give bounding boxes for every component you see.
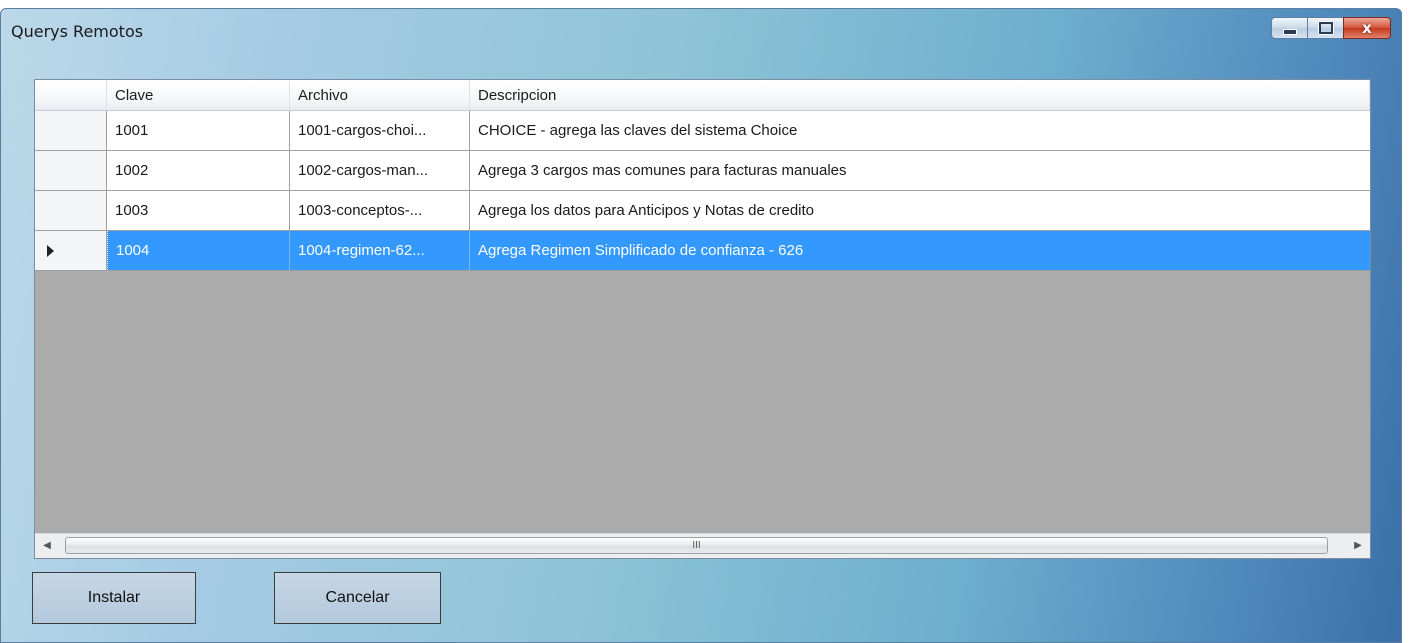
cell-archivo[interactable]: 1004-regimen-62... xyxy=(290,231,470,270)
cell-clave[interactable]: 1004 xyxy=(107,231,290,270)
scrollbar-thumb[interactable]: III xyxy=(65,537,1328,554)
horizontal-scrollbar[interactable]: ◀ III ▶ xyxy=(35,533,1370,558)
cell-archivo[interactable]: 1003-conceptos-... xyxy=(290,191,470,230)
cell-descripcion[interactable]: Agrega 3 cargos mas comunes para factura… xyxy=(470,151,1370,190)
row-selector[interactable] xyxy=(35,151,107,190)
cell-clave[interactable]: 1001 xyxy=(107,111,290,150)
header-row-selector[interactable] xyxy=(35,80,107,110)
minimize-icon xyxy=(1282,29,1297,35)
column-header-descripcion[interactable]: Descripcion xyxy=(470,80,1370,110)
grid-rows: 1001 1001-cargos-choi... CHOICE - agrega… xyxy=(35,111,1370,271)
row-selector[interactable] xyxy=(35,191,107,230)
scroll-right-arrow-icon[interactable]: ▶ xyxy=(1350,538,1366,554)
cell-descripcion[interactable]: CHOICE - agrega las claves del sistema C… xyxy=(470,111,1370,150)
cell-archivo[interactable]: 1001-cargos-choi... xyxy=(290,111,470,150)
column-header-archivo[interactable]: Archivo xyxy=(290,80,470,110)
scrollbar-grip-icon: III xyxy=(692,540,701,551)
cell-clave[interactable]: 1003 xyxy=(107,191,290,230)
close-icon: x xyxy=(1362,18,1372,37)
maximize-icon xyxy=(1318,22,1333,34)
window-controls: x xyxy=(1271,17,1391,41)
querys-remotos-window: Querys Remotos x Clave Archivo Descripci… xyxy=(0,8,1402,643)
row-selector[interactable] xyxy=(35,231,107,270)
cell-descripcion[interactable]: Agrega Regimen Simplificado de confianza… xyxy=(470,231,1370,270)
cell-archivo[interactable]: 1002-cargos-man... xyxy=(290,151,470,190)
table-row[interactable]: 1003 1003-conceptos-... Agrega los datos… xyxy=(35,191,1370,231)
table-row[interactable]: 1001 1001-cargos-choi... CHOICE - agrega… xyxy=(35,111,1370,151)
close-button[interactable]: x xyxy=(1343,17,1391,39)
grid-header: Clave Archivo Descripcion xyxy=(35,80,1370,111)
table-row-selected[interactable]: 1004 1004-regimen-62... Agrega Regimen S… xyxy=(35,231,1370,271)
install-button[interactable]: Instalar xyxy=(32,572,196,624)
queries-data-grid[interactable]: Clave Archivo Descripcion 1001 1001-carg… xyxy=(34,79,1371,559)
row-selector[interactable] xyxy=(35,111,107,150)
cell-clave[interactable]: 1002 xyxy=(107,151,290,190)
table-row[interactable]: 1002 1002-cargos-man... Agrega 3 cargos … xyxy=(35,151,1370,191)
cell-descripcion[interactable]: Agrega los datos para Anticipos y Notas … xyxy=(470,191,1370,230)
title-bar[interactable]: Querys Remotos x xyxy=(1,9,1401,55)
current-row-arrow-icon xyxy=(47,244,54,257)
window-title: Querys Remotos xyxy=(11,22,144,41)
maximize-button[interactable] xyxy=(1307,17,1344,39)
minimize-button[interactable] xyxy=(1271,17,1308,39)
column-header-clave[interactable]: Clave xyxy=(107,80,290,110)
cancel-button[interactable]: Cancelar xyxy=(274,572,441,624)
scroll-left-arrow-icon[interactable]: ◀ xyxy=(39,538,55,554)
